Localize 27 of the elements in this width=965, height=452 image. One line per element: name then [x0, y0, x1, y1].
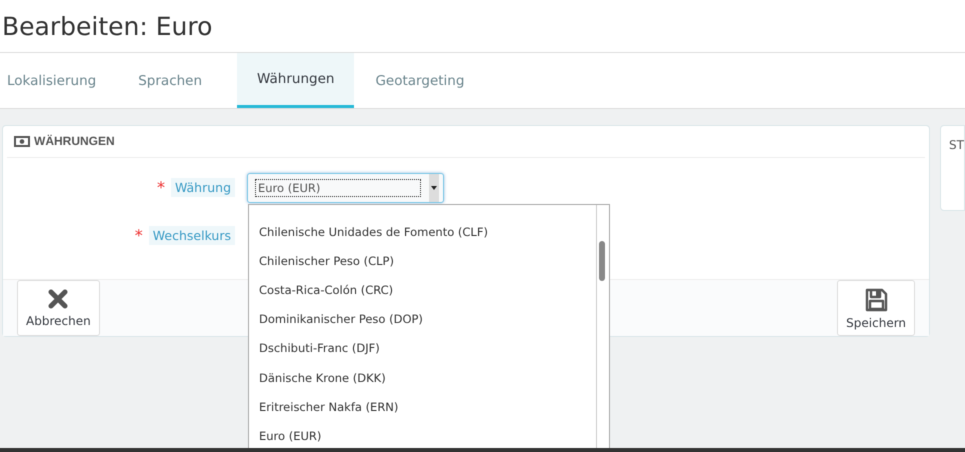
dropdown-option[interactable]: Costa-Rica-Colón (CRC)	[249, 275, 596, 305]
save-icon	[864, 288, 888, 312]
action-button[interactable]: Abbrechen	[17, 280, 100, 336]
dropdown-option[interactable]: Chilenischer Peso (CLP)	[249, 246, 596, 276]
action-button[interactable]: Speichern	[837, 280, 916, 336]
tab[interactable]: Geotargeting	[368, 53, 486, 108]
dropdown-option[interactable]: Dominikanischer Peso (DOP)	[249, 304, 596, 334]
currency-select[interactable]: Euro (EUR)	[247, 172, 444, 203]
panel-heading: WÄHRUNGEN	[34, 134, 115, 148]
dropdown-option[interactable]: Eritreischer Nakfa (ERN)	[249, 392, 596, 422]
tab[interactable]: Währungen	[237, 53, 354, 108]
tab[interactable]: Lokalisierung	[0, 53, 118, 108]
panel-heading: ST	[949, 138, 964, 152]
close-icon	[47, 288, 70, 310]
tab[interactable]: Sprachen	[131, 53, 224, 108]
dropdown-option[interactable]: Chilenische Unidades de Fomento (CLF)	[249, 217, 596, 246]
dropdown-option[interactable]: Dschibuti-Franc (DJF)	[249, 334, 596, 363]
field-label: Wechselkurs	[148, 226, 235, 246]
banknote-icon	[14, 136, 30, 147]
dropdown-option[interactable]: Euro (EUR)	[249, 421, 596, 450]
scrollbar-thumb[interactable]	[599, 241, 605, 281]
required-asterisk: *	[156, 178, 165, 198]
caret-icon	[429, 174, 439, 202]
field-label: Währung	[170, 178, 235, 198]
required-asterisk: *	[134, 226, 143, 246]
dropdown-option[interactable]: Dänische Krone (DKK)	[249, 362, 596, 392]
page-title: Bearbeiten: Euro	[1, 12, 212, 40]
